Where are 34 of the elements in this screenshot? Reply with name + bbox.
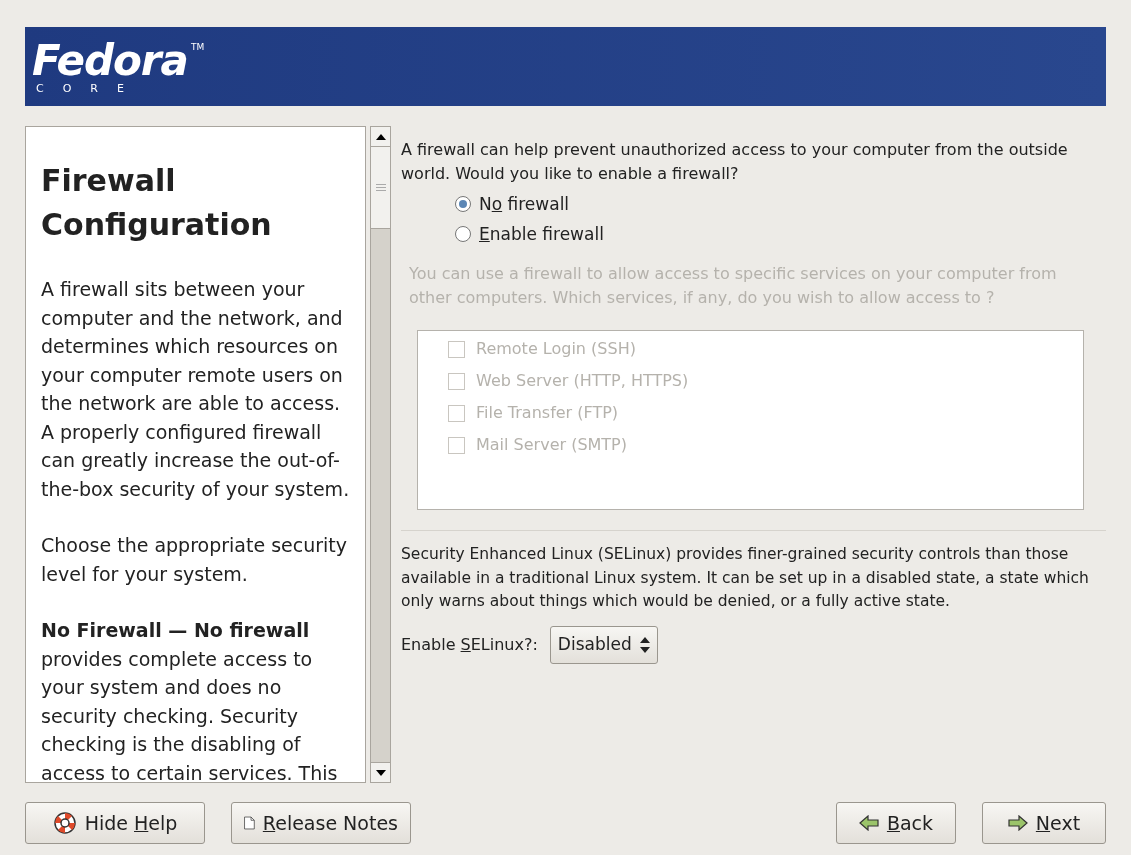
left-arrow-icon [858,815,879,831]
radio-button[interactable] [455,196,471,212]
radio-button[interactable] [455,226,471,242]
scroll-down-button[interactable] [371,762,390,782]
selinux-dropdown[interactable]: Disabled [549,625,658,664]
right-arrow-icon [1007,815,1028,831]
scroll-up-button[interactable] [371,127,390,147]
help-paragraph: No Firewall — No firewall provides complete access to your system and does no security checking. Security checking is the disabling of access to certain services. This [41,618,339,782]
logo-text: Fedora [32,38,188,83]
selinux-description: Security Enhanced Linux (SELinux) provides finer-grained security controls than those available in a traditional Linux system. It can be set up in a disabled state, a state which only warns about things which would be denied, or a fully active state. [401,544,1090,612]
up-arrow-icon [375,133,386,140]
scroll-thumb[interactable] [371,147,390,229]
life-ring-icon [52,811,77,835]
grip-icon [375,184,386,191]
logo-subtitle-letter: C [36,82,44,95]
logo-subtitle-letter: E [117,82,124,95]
help-scrollbar[interactable] [370,126,391,783]
help-title: Firewall Configuration [41,162,273,244]
help-button[interactable]: Hide Help [25,802,205,844]
next-button[interactable]: Next [982,802,1106,844]
down-arrow-icon [375,769,386,776]
radio-option[interactable]: Enable firewall [455,222,1106,246]
firewall-question: A firewall can help prevent unauthorized access to your computer from the outside world. Would you like to enable a firewall? [401,139,1069,185]
trademark: TM [190,40,205,54]
spin-arrows-icon [639,636,650,653]
help-paragraph: Choose the appropriate security level for your system. [41,533,349,587]
services-note: You can use a firewall to allow access to specific services on your computer from other computers. Which services, if any, do you wish to allow access to ? [408,263,1058,309]
selinux-label: Enable SELinux?: [401,633,538,656]
notes-button[interactable]: Release Notes [231,802,411,844]
logo-subtitle-letter: R [90,82,98,95]
help-paragraph: A firewall sits between your computer and the network, and determines which resources on your computer remote users on the network are able to access. A properly configured firewall can greatly increase the out-of-the-box security of your system. [41,277,350,502]
back-button[interactable]: Back [836,802,956,844]
radio-option[interactable]: No firewall [455,192,1106,216]
logo-subtitle-letter: O [62,82,72,95]
